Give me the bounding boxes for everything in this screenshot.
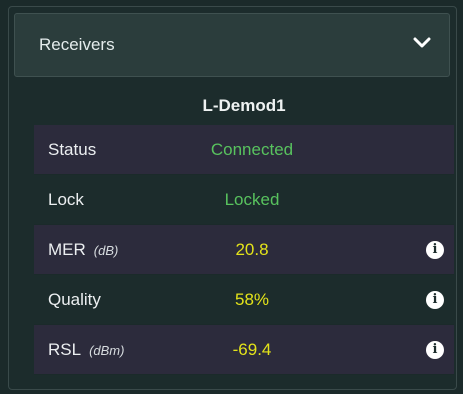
mer-value: 20.8 [235,240,269,259]
receiver-name: L-Demod1 [202,96,286,115]
rsl-value: -69.4 [232,340,272,359]
receivers-title: Receivers [39,35,115,54]
unit-label: (dBm) [89,343,125,358]
info-icon[interactable]: i [426,341,444,359]
row-lock: Lock Locked [34,175,454,225]
quality-value: 58% [234,290,270,309]
row-label: RSL (dBm) [48,340,125,359]
row-label: Lock [48,190,84,209]
receivers-header[interactable]: Receivers [14,13,450,77]
row-status: Status Connected [34,125,454,175]
chevron-down-icon[interactable] [413,36,431,50]
row-quality: Quality 58% i [34,275,454,325]
receiver-stats-table: Status Connected Lock Locked MER (dB) 20.… [34,125,454,375]
row-mer: MER (dB) 20.8 i [34,225,454,275]
row-rsl: RSL (dBm) -69.4 i [34,325,454,375]
row-label: Quality [48,290,101,309]
status-value: Connected [210,140,294,159]
info-icon[interactable]: i [426,291,444,309]
row-label: Status [48,140,97,159]
info-icon[interactable]: i [426,241,444,259]
lock-value: Locked [224,190,280,209]
row-label: MER (dB) [48,240,119,259]
unit-label: (dB) [93,243,119,258]
